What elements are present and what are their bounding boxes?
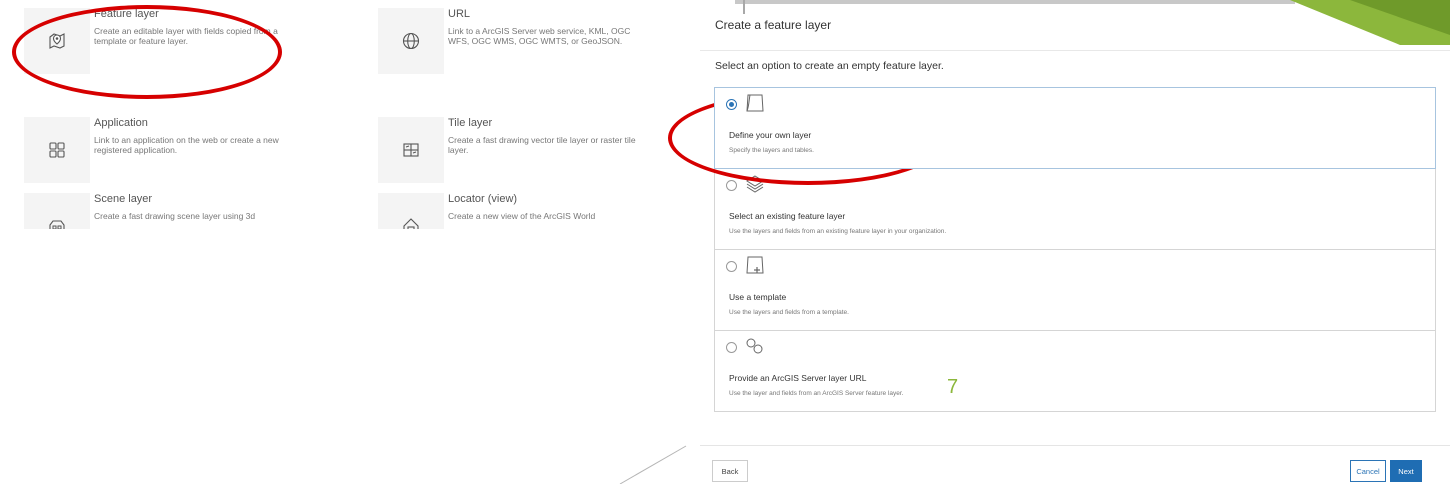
template-add-icon xyxy=(743,254,767,276)
dialog-header: Create a feature layer × xyxy=(700,0,1450,51)
gallery-item-description: Create a fast drawing vector tile layer … xyxy=(448,135,636,155)
locator-icon xyxy=(378,193,444,229)
back-button[interactable]: Back xyxy=(712,460,748,482)
option-use-template[interactable]: Use a template Use the layers and fields… xyxy=(714,249,1436,331)
gallery-item-feature-layer[interactable]: Feature layer Create an editable layer w… xyxy=(0,8,300,88)
option-arcgis-server-url[interactable]: Provide an ArcGIS Server layer URL Use t… xyxy=(714,330,1436,412)
dialog-prompt: Select an option to create an empty feat… xyxy=(715,60,944,72)
slide-frame-divider xyxy=(743,0,745,14)
option-list: Define your own layer Specify the layers… xyxy=(714,87,1436,412)
gallery-item-title: Locator (view) xyxy=(448,193,518,205)
cancel-button[interactable]: Cancel xyxy=(1350,460,1386,482)
gallery-item-scene-layer[interactable]: Scene layer Create a fast drawing scene … xyxy=(0,193,300,229)
option-description: Use the layer and fields from an ArcGIS … xyxy=(729,390,904,397)
option-define-own-layer[interactable]: Define your own layer Specify the layers… xyxy=(714,87,1436,169)
option-title: Use a template xyxy=(729,292,787,302)
radio-button[interactable] xyxy=(726,99,737,110)
option-select-existing-layer[interactable]: Select an existing feature layer Use the… xyxy=(714,168,1436,250)
scene-layer-icon xyxy=(24,193,90,229)
slide-page-number: 7 xyxy=(947,376,959,398)
radio-button[interactable] xyxy=(726,261,737,272)
option-title: Select an existing feature layer xyxy=(729,211,846,221)
layers-stack-icon xyxy=(743,173,767,195)
globe-icon xyxy=(378,8,444,74)
radio-button[interactable] xyxy=(726,180,737,191)
option-description: Use the layers and fields from an existi… xyxy=(729,228,947,235)
gallery-item-description: Create a fast drawing scene layer using … xyxy=(94,211,256,221)
close-icon[interactable]: × xyxy=(1430,15,1438,30)
app-grid-icon xyxy=(24,117,90,183)
option-description: Specify the layers and tables. xyxy=(729,147,814,154)
gallery-item-title: Application xyxy=(94,117,148,129)
dialog-footer: Back Cancel Next xyxy=(700,445,1450,485)
gallery-item-application[interactable]: Application Link to an application on th… xyxy=(0,117,300,197)
gallery-item-description: Create a new view of the ArcGIS World xyxy=(448,211,596,221)
feature-layer-icon xyxy=(24,8,90,74)
next-button[interactable]: Next xyxy=(1390,460,1422,482)
dialog-title: Create a feature layer xyxy=(715,18,832,32)
option-title: Define your own layer xyxy=(729,130,812,140)
gallery-item-url[interactable]: URL Link to a ArcGIS Server web service,… xyxy=(354,8,654,88)
option-title: Provide an ArcGIS Server layer URL xyxy=(729,373,867,383)
item-type-gallery: Feature layer Create an editable layer w… xyxy=(0,0,700,484)
create-feature-layer-dialog: Create a feature layer × Select an optio… xyxy=(700,0,1450,484)
gallery-item-tile-layer[interactable]: Tile layer Create a fast drawing vector … xyxy=(354,117,654,197)
option-description: Use the layers and fields from a templat… xyxy=(729,309,849,316)
gallery-item-title: Tile layer xyxy=(448,117,493,129)
gallery-item-description: Link to an application on the web or cre… xyxy=(94,135,279,155)
slide-frame-edge xyxy=(735,0,1295,4)
gallery-item-title: Scene layer xyxy=(94,193,153,205)
define-layer-icon xyxy=(743,92,767,114)
tile-layer-icon xyxy=(378,117,444,183)
gallery-item-description: Create an editable layer with fields cop… xyxy=(94,26,278,46)
gallery-item-description: Link to a ArcGIS Server web service, KML… xyxy=(448,26,631,46)
radio-button[interactable] xyxy=(726,342,737,353)
gallery-item-locator-view[interactable]: Locator (view) Create a new view of the … xyxy=(354,193,654,229)
gallery-item-title: Feature layer xyxy=(94,8,159,20)
link-icon xyxy=(743,335,767,357)
gallery-item-title: URL xyxy=(448,8,471,20)
